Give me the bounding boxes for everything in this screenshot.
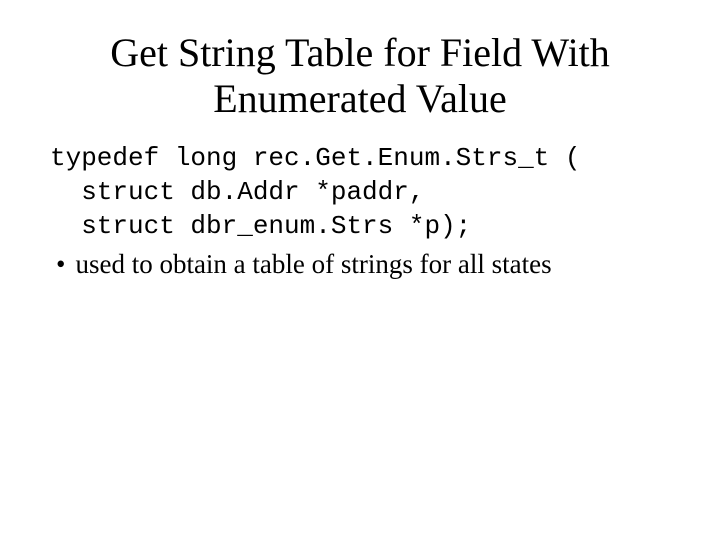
bullet-dot-icon: • <box>56 247 65 282</box>
slide: Get String Table for Field With Enumerat… <box>0 0 720 540</box>
bullet-text: used to obtain a table of strings for al… <box>75 247 551 282</box>
code-block: typedef long rec.Get.Enum.Strs_t ( struc… <box>50 142 670 243</box>
title-line-1: Get String Table for Field With <box>110 30 610 75</box>
code-line-3: struct dbr_enum.Strs *p); <box>50 211 471 241</box>
title-line-2: Enumerated Value <box>213 76 507 121</box>
slide-title: Get String Table for Field With Enumerat… <box>50 30 670 122</box>
code-line-2: struct db.Addr *paddr, <box>50 177 424 207</box>
bullet-item: • used to obtain a table of strings for … <box>56 247 670 282</box>
code-line-1: typedef long rec.Get.Enum.Strs_t ( <box>50 143 581 173</box>
